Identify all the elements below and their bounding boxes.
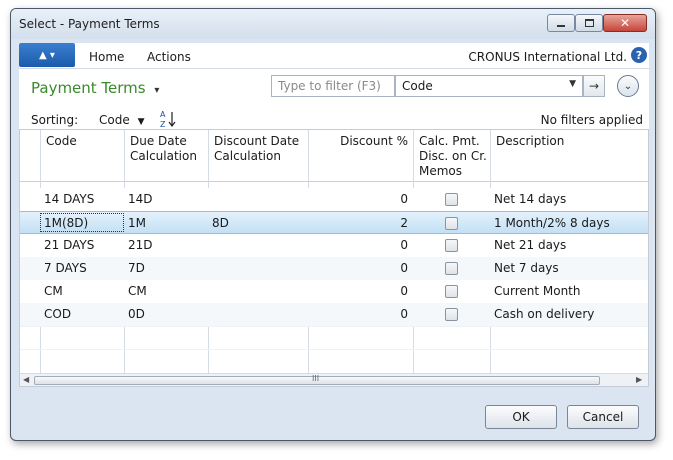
sorting-label: Sorting: [31, 113, 79, 127]
tab-actions[interactable]: Actions [147, 50, 191, 64]
table-row[interactable]: COD 0D 0 Cash on delivery [20, 303, 648, 326]
minimize-icon [557, 25, 565, 27]
filter-field-select[interactable]: Code ▼ [395, 75, 583, 97]
dropdown-arrow-icon: ▼ [569, 79, 576, 89]
cell-description: Current Month [494, 284, 581, 298]
dialog-footer: OK Cancel [19, 393, 649, 439]
close-button[interactable]: ✕ [603, 14, 647, 32]
close-icon: ✕ [619, 16, 631, 30]
table-row[interactable]: 14 DAYS 14D 0 Net 14 days [20, 188, 648, 211]
app-logo-icon: ▲ ▾ [39, 49, 55, 61]
svg-text:Z: Z [160, 120, 166, 129]
ribbon: ▲ ▾ Home Actions CRONUS International Lt… [19, 43, 649, 69]
cell-discount-percent: 2 [400, 216, 408, 230]
column-header-line: Discount Date [214, 134, 300, 148]
cell-description: Net 14 days [494, 192, 567, 206]
table-row[interactable]: 1M(8D) 1M 8D 2 1 Month/2% 8 days [20, 211, 648, 234]
cell-description: Net 7 days [494, 261, 559, 275]
calc-pmt-disc-checkbox[interactable] [445, 285, 458, 298]
cell-description: 1 Month/2% 8 days [494, 216, 610, 230]
cell-code: 14 DAYS [44, 192, 95, 206]
dialog-window: Select - Payment Terms ✕ ▲ ▾ Home Action… [10, 8, 656, 441]
cancel-button[interactable]: Cancel [567, 405, 639, 429]
table-row[interactable]: 21 DAYS 21D 0 Net 21 days [20, 234, 648, 257]
column-header-line: Disc. on Cr. [419, 149, 487, 163]
filter-input[interactable]: Type to filter (F3) [271, 75, 395, 97]
maximize-icon [584, 19, 594, 27]
expand-filter-button[interactable]: ⌄ [617, 75, 639, 97]
column-header-due-date-calculation[interactable]: Due Date Calculation [130, 134, 197, 164]
cell-due-date-calculation: 7D [128, 261, 145, 275]
empty-row [20, 326, 648, 349]
apply-filter-button[interactable]: → [583, 75, 605, 97]
calc-pmt-disc-checkbox[interactable] [445, 239, 458, 252]
cell-code: COD [44, 307, 72, 321]
column-header-line: Calculation [130, 149, 197, 163]
filter-field-value: Code [402, 79, 433, 93]
empty-row [20, 349, 648, 372]
cell-code: CM [44, 284, 63, 298]
chevron-down-icon: ▾ [154, 85, 160, 96]
minimize-button[interactable] [547, 14, 575, 32]
filter-status: No filters applied [540, 113, 643, 127]
cell-description: Cash on delivery [494, 307, 595, 321]
sorting-field-value: Code [99, 113, 130, 127]
cell-discount-percent: 0 [400, 284, 408, 298]
column-header-discount-date-calculation[interactable]: Discount Date Calculation [214, 134, 299, 164]
title-bar: Select - Payment Terms ✕ [11, 9, 655, 39]
scrollbar-grip-icon: III [312, 374, 320, 383]
cell-discount-percent: 0 [400, 307, 408, 321]
cell-code: 7 DAYS [44, 261, 87, 275]
payment-terms-grid: Code Due Date Calculation Discount Date … [19, 129, 649, 387]
column-header-calc-pmt-disc[interactable]: Calc. Pmt. Disc. on Cr. Memos [419, 134, 487, 179]
calc-pmt-disc-checkbox[interactable] [445, 193, 458, 206]
table-row[interactable]: CM CM 0 Current Month [20, 280, 648, 303]
window-title: Select - Payment Terms [19, 17, 160, 31]
cell-code: 21 DAYS [44, 238, 95, 252]
cell-discount-percent: 0 [400, 261, 408, 275]
cell-discount-percent: 0 [400, 192, 408, 206]
calc-pmt-disc-checkbox[interactable] [445, 217, 458, 230]
ok-button[interactable]: OK [485, 405, 557, 429]
cell-due-date-calculation: 1M [128, 216, 146, 230]
cell-due-date-calculation: 0D [128, 307, 145, 321]
maximize-button[interactable] [575, 14, 603, 32]
cell-code: 1M(8D) [44, 216, 89, 230]
column-header-discount-percent[interactable]: Discount % [314, 134, 408, 149]
horizontal-scrollbar[interactable]: ◀ III ▶ [20, 373, 648, 386]
chevron-down-icon: ⌄ [623, 80, 633, 92]
svg-text:A: A [160, 110, 166, 119]
cell-discount-date-calculation: 8D [212, 216, 229, 230]
column-header-line: Calculation [214, 149, 281, 163]
page-title-text: Payment Terms [31, 79, 146, 97]
column-header-line: Due Date [130, 134, 187, 148]
arrow-right-icon: → [588, 79, 600, 93]
table-row[interactable]: 7 DAYS 7D 0 Net 7 days [20, 257, 648, 280]
application-menu-button[interactable]: ▲ ▾ [19, 43, 75, 67]
cell-due-date-calculation: 21D [128, 238, 153, 252]
column-header-line: Calc. Pmt. [419, 134, 480, 148]
sorting-field-select[interactable]: Code ▼ [99, 113, 144, 127]
scroll-right-icon[interactable]: ▶ [636, 375, 642, 384]
page-header: Payment Terms ▾ Type to filter (F3) Code… [19, 69, 649, 129]
help-icon: ? [635, 48, 643, 62]
calc-pmt-disc-checkbox[interactable] [445, 308, 458, 321]
dropdown-arrow-icon: ▼ [137, 117, 145, 127]
column-header-description[interactable]: Description [496, 134, 564, 149]
company-name: CRONUS International Ltd. [468, 50, 627, 64]
column-header-line: Memos [419, 164, 463, 178]
cell-due-date-calculation: 14D [128, 192, 153, 206]
cell-discount-percent: 0 [400, 238, 408, 252]
cell-description: Net 21 days [494, 238, 567, 252]
help-button[interactable]: ? [631, 47, 647, 63]
scroll-left-icon[interactable]: ◀ [23, 375, 29, 384]
cell-due-date-calculation: CM [128, 284, 147, 298]
sort-ascending-icon: A Z [160, 110, 176, 129]
column-header-code[interactable]: Code [46, 134, 77, 149]
tab-home[interactable]: Home [89, 50, 124, 64]
calc-pmt-disc-checkbox[interactable] [445, 262, 458, 275]
page-title[interactable]: Payment Terms ▾ [31, 79, 159, 97]
